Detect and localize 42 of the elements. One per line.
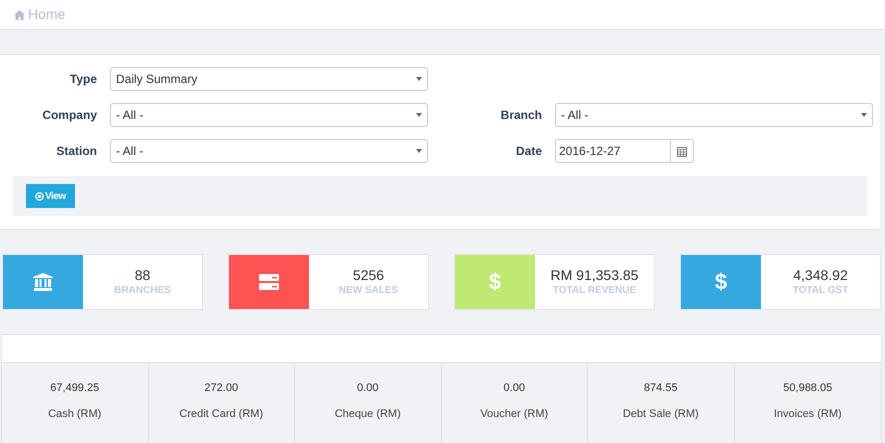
- select-field[interactable]: - All -: [110, 103, 428, 127]
- payment-value: 874.55: [644, 381, 678, 396]
- field-label: Company: [41, 107, 97, 124]
- stat-value: 4,348.92: [793, 266, 848, 284]
- home-icon: [14, 10, 25, 20]
- payment-label: Invoices (RM): [774, 406, 842, 422]
- dollar-icon: $: [714, 271, 728, 293]
- payment-label: Cash (RM): [48, 406, 102, 422]
- field-label: Type: [68, 71, 97, 88]
- payment-value: 0.00: [357, 381, 378, 396]
- select-field[interactable]: - All -: [110, 139, 428, 163]
- calendar-button[interactable]: [671, 139, 694, 163]
- field-label: Station: [55, 143, 97, 160]
- payment-value: 50,988.05: [783, 381, 832, 396]
- payment-label: Cheque (RM): [334, 406, 401, 422]
- calendar-icon: [677, 146, 687, 156]
- select-field[interactable]: - All -: [555, 103, 873, 127]
- caret-icon: [416, 77, 422, 81]
- stat-label: TOTAL REVENUE: [552, 284, 636, 298]
- stat-label: BRANCHES: [114, 284, 171, 298]
- payment-value: 272.00: [204, 381, 238, 396]
- payment-label: Voucher (RM): [480, 406, 548, 422]
- select-field[interactable]: Daily Summary: [110, 67, 428, 91]
- circle-icon: [35, 192, 44, 200]
- dollar-icon: $: [488, 271, 502, 293]
- payment-value: 0.00: [504, 381, 525, 396]
- payment-label: Debt Sale (RM): [622, 406, 699, 422]
- date-field[interactable]: 2016-12-27: [555, 139, 671, 163]
- field-label: Date: [514, 143, 542, 160]
- stat-value: 5256: [352, 266, 384, 284]
- payment-label: Credit Card (RM): [179, 406, 264, 422]
- payment-value: 67,499.25: [50, 381, 100, 396]
- caret-icon: [416, 113, 422, 117]
- stat-label: TOTAL GST: [792, 284, 848, 298]
- stat-value: 88: [134, 266, 150, 284]
- stat-label: NEW SALES: [338, 284, 398, 298]
- stat-value: RM 91,353.85: [550, 266, 638, 284]
- server-icon: [259, 274, 279, 290]
- field-label: Branch: [500, 107, 542, 124]
- bank-icon: [33, 273, 53, 291]
- caret-icon: [861, 113, 867, 117]
- caret-icon: [416, 149, 422, 153]
